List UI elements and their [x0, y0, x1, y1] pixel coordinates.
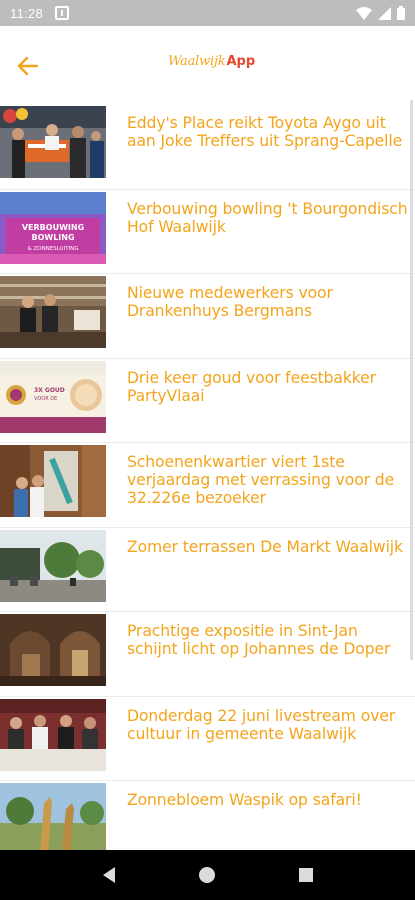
article-thumbnail — [0, 445, 106, 517]
logo-text: Waalwijk — [168, 54, 226, 69]
app-logo: Waalwijk App — [168, 54, 255, 78]
article-title: Eddy's Place reikt Toyota Aygo uit aan J… — [127, 114, 403, 150]
bowling-banner-line2: BOWLING — [31, 233, 74, 242]
status-time: 11:28 — [10, 5, 44, 21]
article-thumbnail — [0, 276, 106, 348]
article-item[interactable]: Prachtige expositie in Sint-Jan schijnt … — [0, 611, 415, 696]
signal-icon — [378, 6, 391, 20]
article-list[interactable]: Eddy's Place reikt Toyota Aygo uit aan J… — [0, 104, 415, 850]
battery-icon — [397, 6, 405, 20]
article-title: Donderdag 22 juni livestream over cultuu… — [127, 706, 396, 743]
article-thumbnail — [0, 106, 106, 178]
article-item[interactable]: Zonnebloem Waspik op safari! — [0, 780, 415, 850]
sim-icon — [55, 6, 70, 20]
status-bar: 11:28 — [0, 0, 415, 26]
article-title: Nieuwe medewerkers voor Drankenhuys Berg… — [127, 284, 333, 320]
article-item[interactable]: 3X GOUD VOOR DE Drie keer goud voor fees… — [0, 357, 415, 443]
article-thumbnail — [0, 698, 106, 771]
wifi-icon — [356, 6, 372, 20]
article-title: Zonnebloem Waspik op safari! — [127, 791, 362, 809]
arrow-left-icon — [17, 56, 39, 76]
article-thumbnail — [0, 783, 106, 850]
recents-square-icon — [298, 868, 313, 882]
bowling-banner-line1: VERBOUWING — [22, 223, 84, 232]
scrollbar[interactable] — [410, 100, 413, 660]
article-thumbnail — [0, 529, 106, 602]
article-item[interactable]: Eddy's Place reikt Toyota Aygo uit aan J… — [0, 104, 415, 189]
article-thumbnail: VERBOUWING BOWLING & ZONNESLUITING — [0, 191, 106, 264]
back-button[interactable] — [14, 52, 42, 80]
nav-back-button[interactable] — [94, 860, 124, 890]
article-item[interactable]: Schoenenkwartier viert 1ste verjaardag m… — [0, 442, 415, 527]
article-title: Verbouwing bowling 't Bourgondisch Hof W… — [127, 199, 408, 236]
bowling-banner-line3: & ZONNESLUITING — [27, 246, 78, 252]
partyvlaai-badge-line2: VOOR DE — [34, 396, 57, 402]
article-item[interactable]: Donderdag 22 juni livestream over cultuu… — [0, 695, 415, 781]
home-circle-icon — [199, 867, 216, 883]
system-nav-bar — [0, 850, 415, 900]
article-item[interactable]: Nieuwe medewerkers voor Drankenhuys Berg… — [0, 273, 415, 358]
status-icons — [356, 6, 405, 20]
article-thumbnail — [0, 614, 106, 686]
logo-app-text: App — [226, 54, 256, 69]
article-thumbnail: 3X GOUD VOOR DE — [0, 360, 106, 433]
article-item[interactable]: Zomer terrassen De Markt Waalwijk — [0, 526, 415, 612]
article-title: Schoenenkwartier viert 1ste verjaardag m… — [127, 453, 395, 507]
article-title: Prachtige expositie in Sint-Jan schijnt … — [127, 622, 391, 658]
article-title: Zomer terrassen De Markt Waalwijk — [127, 537, 403, 556]
article-title: Drie keer goud voor feestbakker PartyVla… — [127, 368, 376, 405]
partyvlaai-badge-line1: 3X GOUD — [34, 387, 65, 394]
article-item[interactable]: VERBOUWING BOWLING & ZONNESLUITING Verbo… — [0, 188, 415, 274]
nav-home-button[interactable] — [192, 860, 222, 890]
app-header: Waalwijk App — [0, 26, 415, 104]
back-triangle-icon — [103, 867, 116, 883]
nav-recents-button[interactable] — [291, 860, 321, 890]
